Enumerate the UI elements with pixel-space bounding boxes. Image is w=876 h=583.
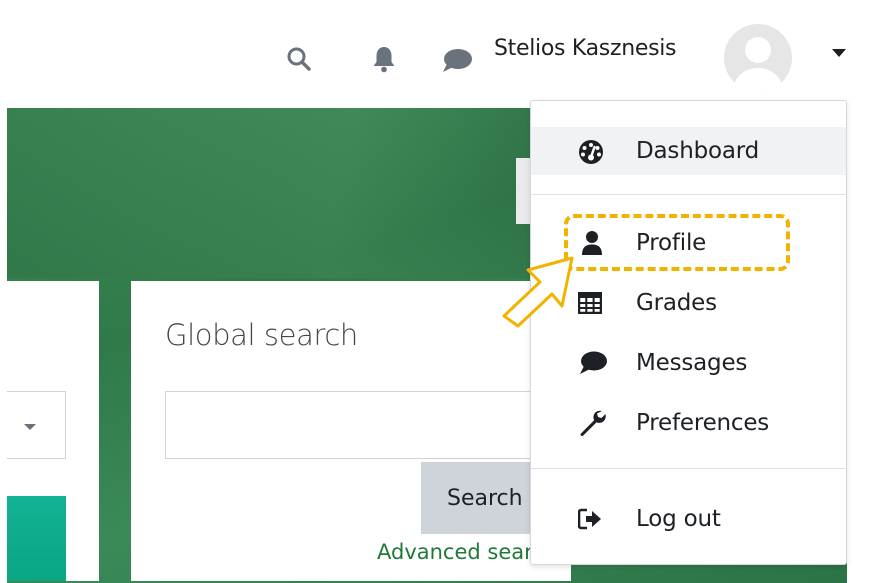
user-dropdown-menu: Dashboard Profile Grades Messages Prefer… [530, 100, 847, 565]
menu-divider [531, 194, 846, 195]
menu-item-label: Dashboard [636, 138, 759, 164]
message-icon[interactable] [441, 48, 473, 74]
profile-highlight-box [564, 214, 790, 271]
user-silhouette-icon [734, 37, 782, 92]
caret-down-icon[interactable] [831, 48, 847, 58]
menu-item-label: Log out [636, 506, 721, 532]
bell-icon[interactable] [372, 45, 396, 73]
menu-item-preferences[interactable]: Preferences [531, 399, 846, 447]
dashboard-icon [579, 140, 603, 164]
table-icon [578, 292, 602, 314]
avatar[interactable] [724, 24, 792, 92]
menu-divider [531, 468, 846, 469]
comment-icon [580, 351, 607, 374]
top-navbar: Stelios Kasznesis [0, 0, 876, 108]
search-icon[interactable] [286, 46, 312, 72]
menu-item-logout[interactable]: Log out [531, 495, 846, 543]
sign-out-icon [578, 508, 601, 530]
left-select-field[interactable] [7, 391, 66, 459]
user-name[interactable]: Stelios Kasznesis [494, 36, 677, 61]
menu-item-dashboard[interactable]: Dashboard [531, 127, 846, 175]
select-caret-icon [24, 424, 36, 430]
left-teal-tile[interactable] [7, 496, 66, 581]
pointer-arrow-icon [502, 256, 574, 328]
menu-item-label: Grades [636, 290, 717, 316]
menu-item-label: Messages [636, 350, 748, 376]
wrench-icon [580, 410, 606, 436]
menu-item-label: Preferences [636, 410, 770, 436]
global-search-input[interactable] [165, 391, 565, 459]
global-search-title: Global search [165, 318, 358, 352]
menu-item-messages[interactable]: Messages [531, 339, 846, 387]
